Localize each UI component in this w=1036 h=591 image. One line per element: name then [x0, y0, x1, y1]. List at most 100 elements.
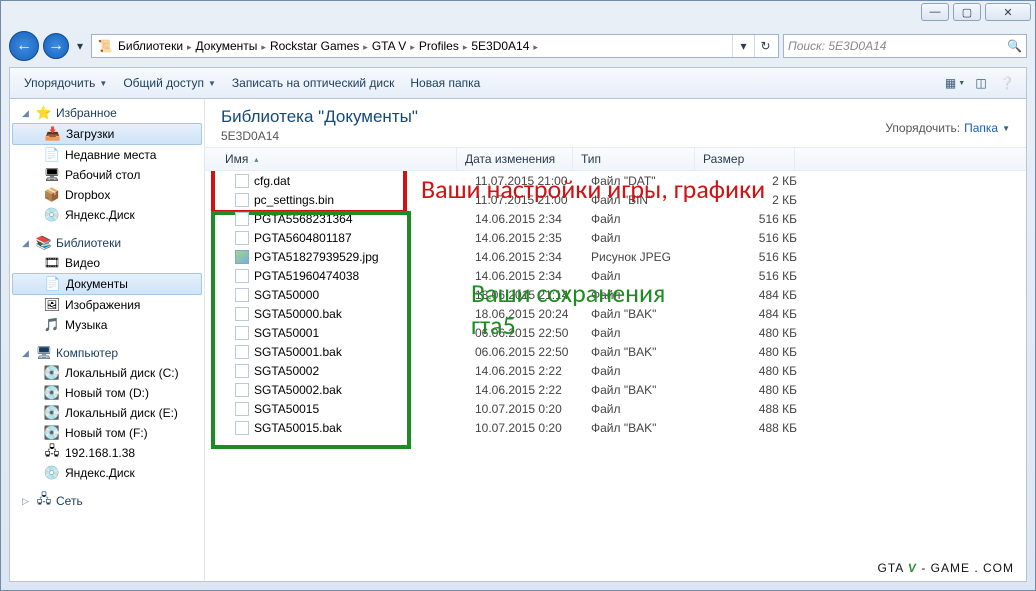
refresh-button[interactable]: ↻: [754, 35, 776, 57]
arrange-by[interactable]: Упорядочить: Папка ▼: [885, 107, 1010, 135]
sidebar-item[interactable]: 💿Яндекс.Диск: [10, 205, 204, 225]
file-date: 14.06.2015 2:34: [467, 250, 583, 264]
file-size: 480 КБ: [705, 383, 805, 397]
file-icon: [235, 212, 249, 226]
sidebar-item-label: 192.168.1.38: [65, 446, 135, 460]
network-icon: 🖧: [36, 493, 52, 509]
share-menu[interactable]: Общий доступ▼: [115, 72, 224, 94]
new-folder-button[interactable]: Новая папка: [402, 72, 488, 94]
maximize-button[interactable]: ▢: [953, 3, 981, 21]
column-date[interactable]: Дата изменения: [457, 148, 573, 170]
file-row[interactable]: SGTA5001510.07.2015 0:20Файл488 КБ: [205, 399, 1026, 418]
chevron-right-icon[interactable]: ▸: [361, 42, 370, 52]
file-row[interactable]: SGTA50000.bak18.06.2015 20:24Файл "BAK"4…: [205, 304, 1026, 323]
chevron-right-icon[interactable]: ▸: [259, 42, 268, 52]
file-icon: [235, 383, 249, 397]
network-group[interactable]: ▷🖧 Сеть: [10, 491, 204, 511]
breadcrumb-segment[interactable]: Библиотеки: [116, 39, 185, 53]
help-button[interactable]: ❔: [994, 71, 1020, 95]
organize-menu[interactable]: Упорядочить▼: [16, 72, 115, 94]
view-options-button[interactable]: ▦▼: [942, 71, 968, 95]
sidebar-item[interactable]: 💿Яндекс.Диск: [10, 463, 204, 483]
sidebar-item-label: Dropbox: [65, 188, 110, 202]
chevron-right-icon[interactable]: ▸: [531, 42, 540, 52]
search-input[interactable]: Поиск: 5E3D0A14 🔍: [783, 34, 1027, 58]
navigation-pane: ◢⭐ Избранное 📥Загрузки📄Недавние места 🖥 Ра…: [10, 99, 205, 581]
breadcrumb-segment[interactable]: Profiles: [417, 39, 461, 53]
file-row[interactable]: cfg.dat11.07.2015 21:00Файл "DAT"2 КБ: [205, 171, 1026, 190]
file-date: 14.06.2015 2:34: [467, 269, 583, 283]
file-icon: [235, 307, 249, 321]
file-row[interactable]: pc_settings.bin11.07.2015 21:00Файл "BIN…: [205, 190, 1026, 209]
file-size: 484 КБ: [705, 288, 805, 302]
preview-pane-button[interactable]: ◫: [968, 71, 994, 95]
breadcrumb-segment[interactable]: GTA V: [370, 39, 408, 53]
address-bar[interactable]: 📜 Библиотеки▸Документы▸Rockstar Games▸GT…: [91, 34, 779, 58]
file-list[interactable]: Ваши настройки игры, графики Ваши сохран…: [205, 171, 1026, 581]
file-icon: [235, 421, 249, 435]
sidebar-item-label: Локальный диск (C:): [65, 366, 179, 380]
sidebar-item[interactable]: 🎵Музыка: [10, 315, 204, 335]
sidebar-item-label: Музыка: [65, 318, 107, 332]
sidebar-item[interactable]: 💽Новый том (D:): [10, 383, 204, 403]
toolbar: Упорядочить▼ Общий доступ▼ Записать на о…: [9, 67, 1027, 99]
file-size: 2 КБ: [705, 174, 805, 188]
item-icon: 💽: [44, 385, 60, 401]
file-date: 11.07.2015 21:00: [467, 174, 583, 188]
favorites-group[interactable]: ◢⭐ Избранное: [10, 103, 204, 123]
file-size: 480 КБ: [705, 345, 805, 359]
file-size: 516 КБ: [705, 212, 805, 226]
file-row[interactable]: SGTA50015.bak10.07.2015 0:20Файл "BAK"48…: [205, 418, 1026, 437]
file-row[interactable]: PGTA5196047403814.06.2015 2:34Файл516 КБ: [205, 266, 1026, 285]
sidebar-item[interactable]: 🖧 192.168.1.38: [10, 443, 204, 463]
address-dropdown[interactable]: ▾: [732, 35, 754, 57]
breadcrumb-segment[interactable]: 5E3D0A14: [469, 39, 531, 53]
column-headers: Имя▴ Дата изменения Тип Размер: [205, 147, 1026, 171]
minimize-button[interactable]: —: [921, 3, 949, 21]
item-icon: 🖧: [44, 445, 60, 461]
file-row[interactable]: PGTA51827939529.jpg14.06.2015 2:34Рисуно…: [205, 247, 1026, 266]
column-size[interactable]: Размер: [695, 148, 795, 170]
sidebar-item[interactable]: 📄Недавние места: [10, 145, 204, 165]
file-row[interactable]: PGTA560480118714.06.2015 2:35Файл516 КБ: [205, 228, 1026, 247]
burn-button[interactable]: Записать на оптический диск: [224, 72, 403, 94]
sidebar-item[interactable]: 💽Локальный диск (E:): [10, 403, 204, 423]
libraries-group[interactable]: ◢📚 Библиотеки: [10, 233, 204, 253]
item-icon: 💽: [44, 365, 60, 381]
sidebar-item[interactable]: 🎞Видео: [10, 253, 204, 273]
file-row[interactable]: SGTA5000018.06.2015 21:14Файл484 КБ: [205, 285, 1026, 304]
item-icon: 🎞: [44, 255, 60, 271]
file-date: 18.06.2015 20:24: [467, 307, 583, 321]
column-type[interactable]: Тип: [573, 148, 695, 170]
nav-back-button[interactable]: ←: [9, 31, 39, 61]
sidebar-item[interactable]: 🖥 Рабочий стол: [10, 165, 204, 185]
sidebar-item[interactable]: 📄Документы: [12, 273, 202, 295]
sidebar-item[interactable]: 💽 Локальный диск (C:): [10, 363, 204, 383]
file-row[interactable]: SGTA50001.bak06.06.2015 22:50Файл "BAK"4…: [205, 342, 1026, 361]
file-date: 14.06.2015 2:22: [467, 364, 583, 378]
close-button[interactable]: ✕: [985, 3, 1031, 21]
chevron-right-icon[interactable]: ▸: [408, 42, 417, 52]
sidebar-item-label: Рабочий стол: [65, 168, 140, 182]
sidebar-item[interactable]: 📥Загрузки: [12, 123, 202, 145]
sidebar-item-label: Новый том (F:): [65, 426, 148, 440]
library-subtitle: 5E3D0A14: [221, 129, 418, 143]
computer-group[interactable]: ◢🖥 Компьютер: [10, 343, 204, 363]
file-row[interactable]: PGTA556823136414.06.2015 2:34Файл516 КБ: [205, 209, 1026, 228]
item-icon: 💽: [44, 425, 60, 441]
file-row[interactable]: SGTA50002.bak14.06.2015 2:22Файл "BAK"48…: [205, 380, 1026, 399]
sidebar-item[interactable]: 🖼Изображения: [10, 295, 204, 315]
nav-history-dropdown[interactable]: ▾: [73, 36, 87, 56]
chevron-right-icon[interactable]: ▸: [185, 42, 194, 52]
sidebar-item[interactable]: 📦Dropbox: [10, 185, 204, 205]
column-name[interactable]: Имя▴: [205, 148, 457, 170]
file-row[interactable]: SGTA5000106.06.2015 22:50Файл480 КБ: [205, 323, 1026, 342]
file-name: SGTA50015.bak: [254, 421, 342, 435]
breadcrumb-segment[interactable]: Документы: [194, 39, 260, 53]
sidebar-item[interactable]: 💽 Новый том (F:): [10, 423, 204, 443]
item-icon: 🖥: [44, 167, 60, 183]
sidebar-item-label: Яндекс.Диск: [65, 208, 135, 222]
breadcrumb-segment[interactable]: Rockstar Games: [268, 39, 361, 53]
nav-forward-button[interactable]: →: [43, 33, 69, 59]
file-row[interactable]: SGTA5000214.06.2015 2:22Файл480 КБ: [205, 361, 1026, 380]
